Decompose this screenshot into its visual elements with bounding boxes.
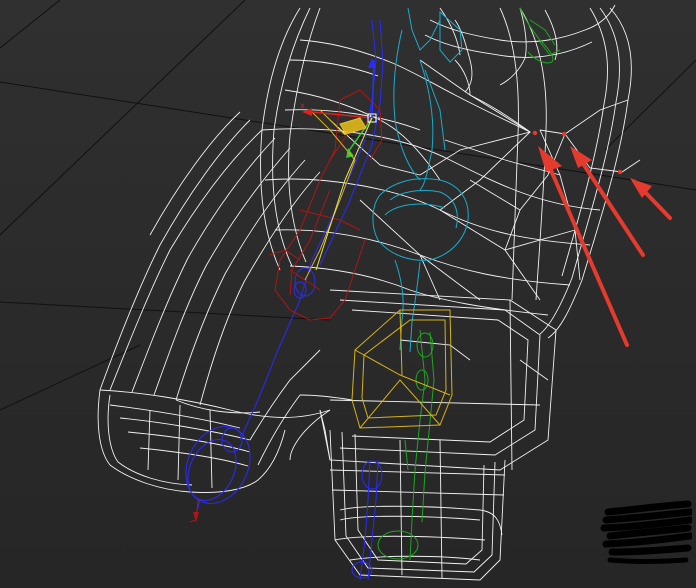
gizmo-z-axis[interactable] [371, 59, 375, 119]
annotation-arrow-1 [538, 146, 629, 347]
selected-vertex[interactable] [617, 169, 623, 175]
bone-chain-green[interactable] [377, 7, 561, 561]
bone-chain-cyan[interactable] [372, 7, 469, 353]
annotation-arrow-3 [630, 178, 672, 220]
mesh-wireframe[interactable] [97, 4, 641, 581]
wireframe-scene[interactable]: x [0, 0, 696, 588]
redacted-scribble-icon [600, 500, 692, 564]
bone-tip-blue [368, 58, 376, 68]
selected-vertex[interactable] [561, 131, 567, 137]
3d-viewport[interactable]: x [0, 0, 696, 588]
gizmo-x-label: x [300, 101, 305, 110]
selected-vertex[interactable] [532, 130, 538, 136]
